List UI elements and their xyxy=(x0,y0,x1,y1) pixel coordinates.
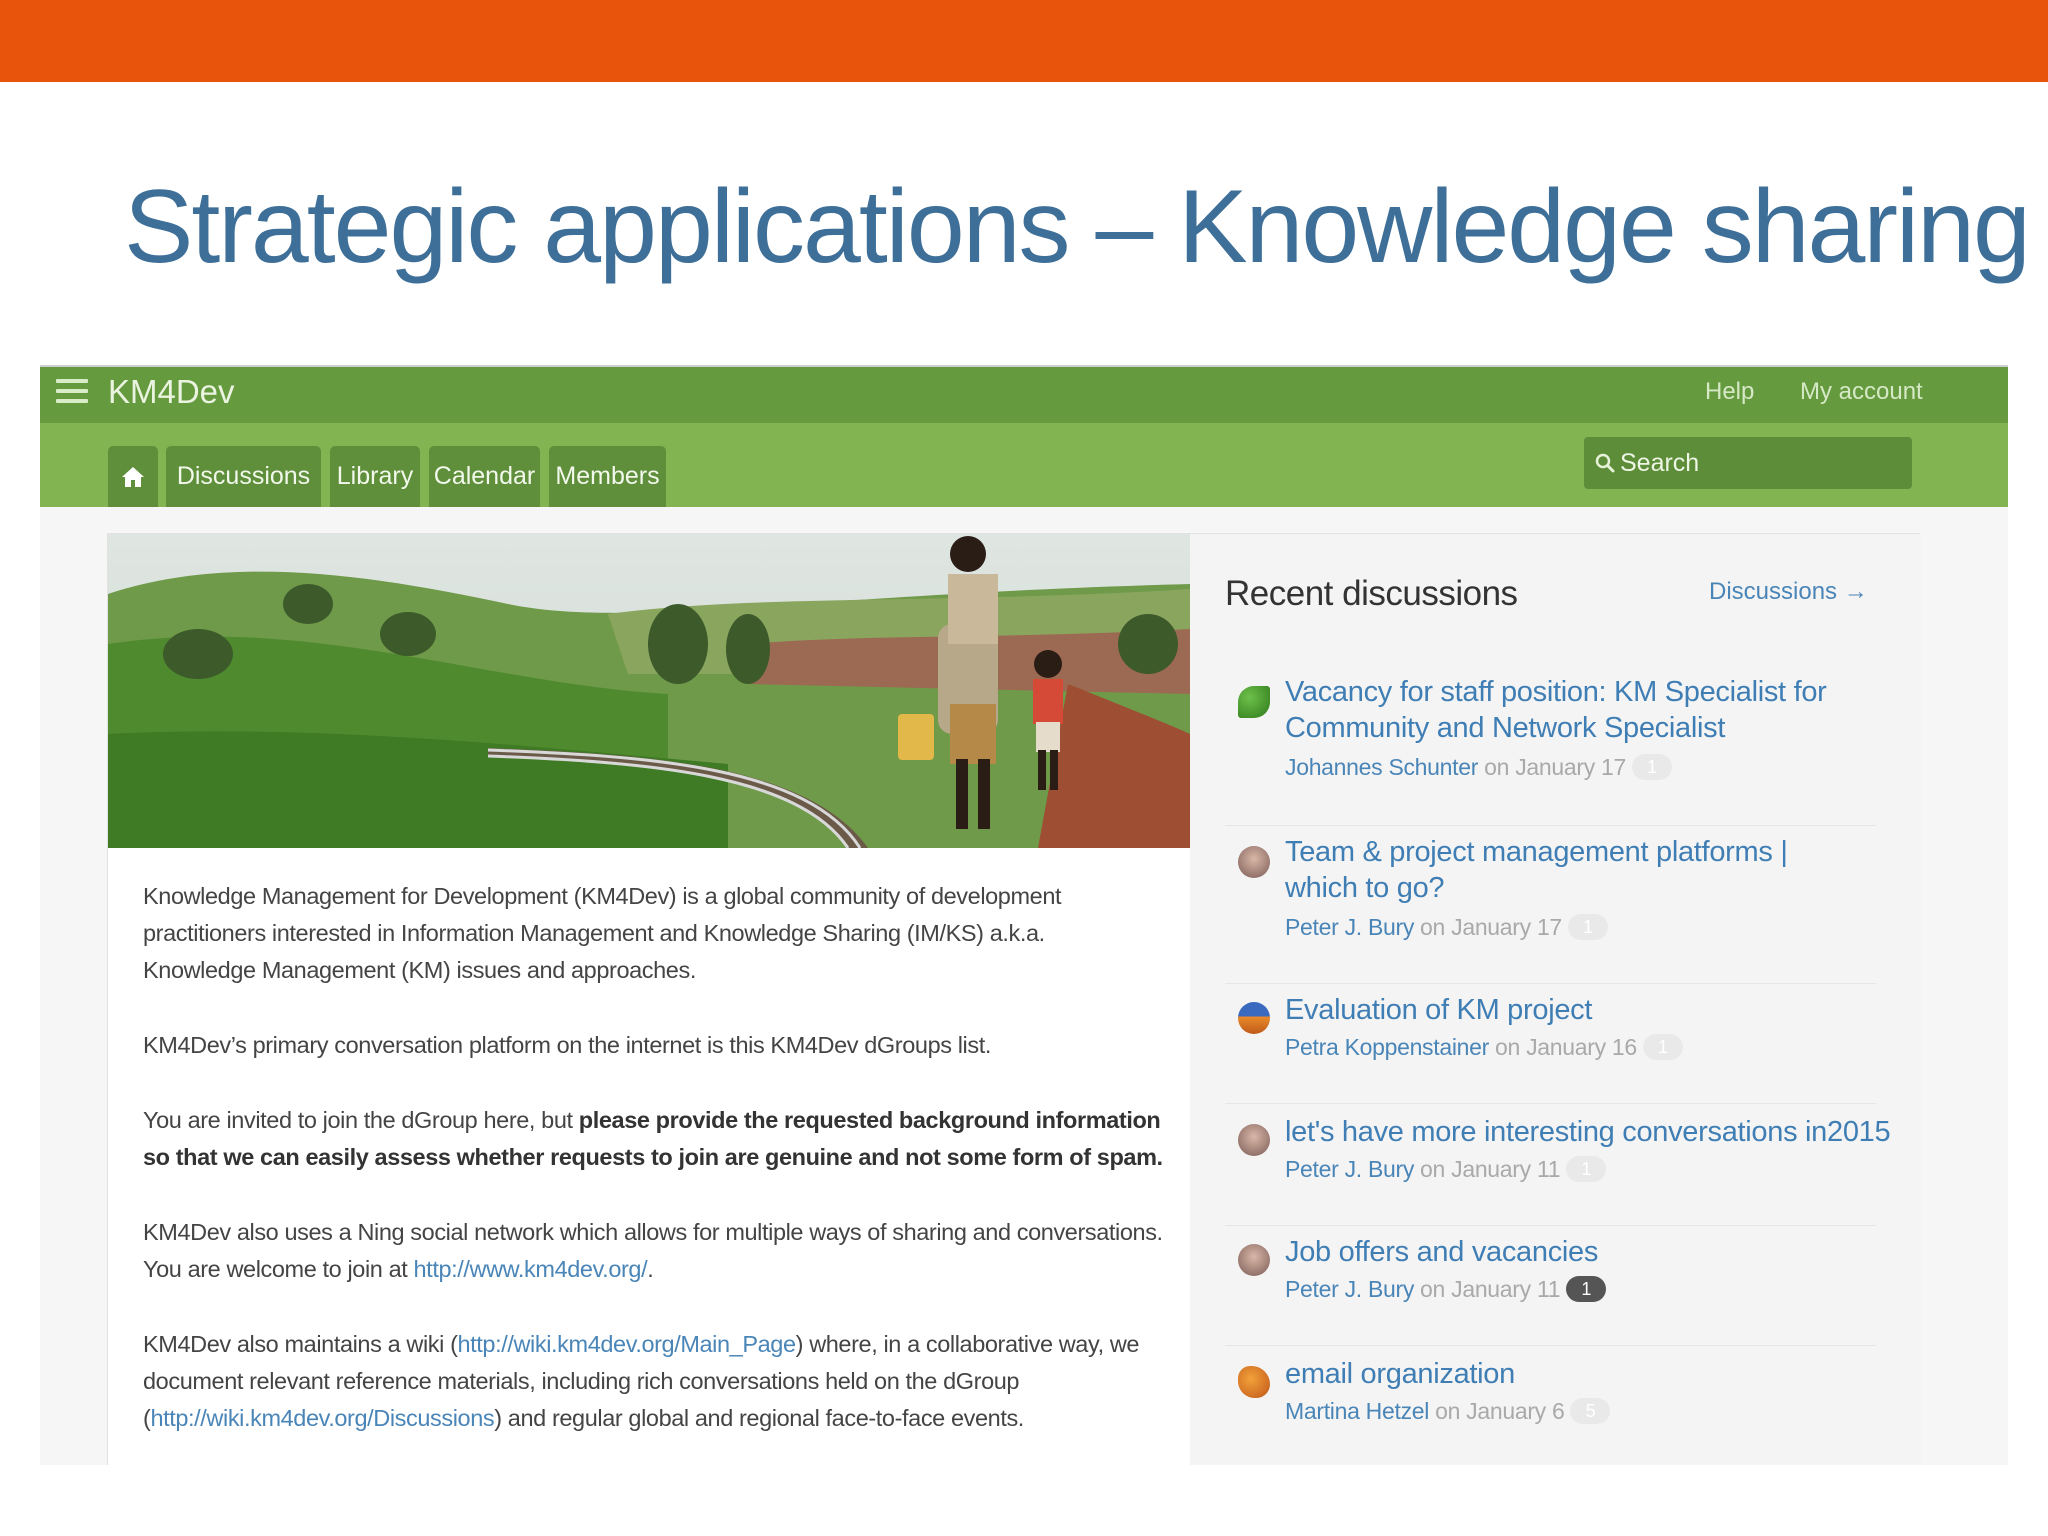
reply-count-badge: 1 xyxy=(1567,914,1608,940)
discussion-item: email organization Martina Hetzel on Janu… xyxy=(1225,1356,1876,1465)
intro-paragraph-2: KM4Dev’s primary conversation platform o… xyxy=(143,1032,991,1058)
discussion-item: let's have more interesting conversation… xyxy=(1225,1114,1891,1226)
discussion-author[interactable]: Petra Koppenstainer xyxy=(1285,1034,1489,1060)
discussion-date: January 6 xyxy=(1466,1398,1565,1424)
discussion-author[interactable]: Johannes Schunter xyxy=(1285,754,1478,780)
leaf-avatar-icon xyxy=(1238,686,1270,718)
tab-home[interactable] xyxy=(108,446,158,507)
reply-count-badge: 1 xyxy=(1566,1276,1607,1302)
discussion-item: Evaluation of KM project Petra Koppensta… xyxy=(1225,992,1876,1104)
slide-accent-band xyxy=(0,0,2048,82)
discussion-item: Vacancy for staff position: KM Specialis… xyxy=(1225,674,1876,826)
discussion-date: January 17 xyxy=(1515,754,1626,780)
content-panel: Knowledge Management for Development (KM… xyxy=(107,533,1921,1465)
discussion-title[interactable]: email organization xyxy=(1285,1356,1865,1392)
discussion-title[interactable]: Vacancy for staff position: KM Specialis… xyxy=(1285,674,1865,746)
intro-paragraph-5: KM4Dev also maintains a wiki (http://wik… xyxy=(143,1331,1140,1431)
my-account-link[interactable]: My account xyxy=(1800,378,1923,406)
ning-link[interactable]: http://www.km4dev.org/ xyxy=(414,1256,648,1282)
autumn-leaf-avatar-icon xyxy=(1238,1366,1270,1398)
discussions-link[interactable]: Discussions → xyxy=(1709,578,1868,606)
discussion-date: January 11 xyxy=(1451,1276,1561,1302)
recent-discussions-sidebar: Recent discussions Discussions → Vacancy… xyxy=(1190,534,1921,1465)
discussion-date: January 11 xyxy=(1451,1156,1561,1182)
discussion-meta: Petra Koppenstainer on January 16 1 xyxy=(1285,1034,1683,1061)
intro-paragraph-3: You are invited to join the dGroup here,… xyxy=(143,1107,1163,1170)
reply-count-badge: 1 xyxy=(1632,754,1672,780)
discussion-meta: Peter J. Bury on January 11 1 xyxy=(1285,1276,1607,1303)
home-icon xyxy=(122,467,144,487)
person-avatar-icon xyxy=(1238,1244,1270,1276)
landscape-avatar-icon xyxy=(1238,1002,1270,1034)
search-box[interactable] xyxy=(1584,437,1912,489)
intro-paragraph-1: Knowledge Management for Development (KM… xyxy=(143,883,1062,983)
search-icon xyxy=(1595,453,1615,473)
reply-count-badge: 1 xyxy=(1642,1034,1683,1060)
help-link[interactable]: Help xyxy=(1705,378,1754,406)
wiki-discussions-link[interactable]: http://wiki.km4dev.org/Discussions xyxy=(150,1405,494,1431)
menu-icon[interactable] xyxy=(56,379,88,405)
discussion-date: January 16 xyxy=(1526,1034,1637,1060)
discussion-meta: Martina Hetzel on January 65 xyxy=(1285,1398,1611,1425)
discussion-title[interactable]: Team & project management platforms | wh… xyxy=(1285,834,1865,906)
discussion-date: January 17 xyxy=(1451,914,1562,940)
discussion-author[interactable]: Peter J. Bury xyxy=(1285,1276,1414,1302)
discussion-author[interactable]: Martina Hetzel xyxy=(1285,1398,1429,1424)
intro-text: Knowledge Management for Development (KM… xyxy=(143,878,1163,1465)
discussion-author[interactable]: Peter J. Bury xyxy=(1285,914,1414,940)
reply-count-badge: 5 xyxy=(1570,1398,1611,1424)
slide-title: Strategic applications – Knowledge shari… xyxy=(124,169,2031,285)
discussion-meta: Peter J. Bury on January 11 1 xyxy=(1285,1156,1607,1183)
intro-paragraph-4: KM4Dev also uses a Ning social network w… xyxy=(143,1219,1163,1282)
discussion-item: Job offers and vacancies Peter J. Bury on… xyxy=(1225,1234,1876,1346)
tab-calendar[interactable]: Calendar xyxy=(429,446,540,507)
main-nav: Discussions Library Calendar Members xyxy=(40,423,2008,507)
person-avatar-icon xyxy=(1238,846,1270,878)
recent-discussions-title: Recent discussions xyxy=(1225,574,1518,613)
search-input[interactable] xyxy=(1620,437,1900,489)
brand-logo-text[interactable]: KM4Dev xyxy=(108,373,235,411)
km4dev-screenshot: KM4Dev Help My account Discussions Libra… xyxy=(40,365,2008,1465)
discussion-item: Team & project management platforms | wh… xyxy=(1225,834,1876,984)
discussion-meta: Johannes Schunter on January 17 1 xyxy=(1285,754,1672,781)
discussion-author[interactable]: Peter J. Bury xyxy=(1285,1156,1414,1182)
discussion-meta: Peter J. Bury on January 17 1 xyxy=(1285,914,1608,941)
discussion-title[interactable]: let's have more interesting conversation… xyxy=(1285,1114,1925,1150)
person-avatar-icon xyxy=(1238,1124,1270,1156)
hero-image xyxy=(108,534,1190,848)
reply-count-badge: 1 xyxy=(1566,1156,1607,1182)
app-top-bar: KM4Dev Help My account xyxy=(40,367,2008,423)
tab-discussions[interactable]: Discussions xyxy=(166,446,321,507)
discussion-title[interactable]: Evaluation of KM project xyxy=(1285,992,1865,1028)
tab-library[interactable]: Library xyxy=(330,446,420,507)
discussion-title[interactable]: Job offers and vacancies xyxy=(1285,1234,1865,1270)
wiki-main-page-link[interactable]: http://wiki.km4dev.org/Main_Page xyxy=(458,1331,797,1357)
tab-members[interactable]: Members xyxy=(549,446,666,507)
